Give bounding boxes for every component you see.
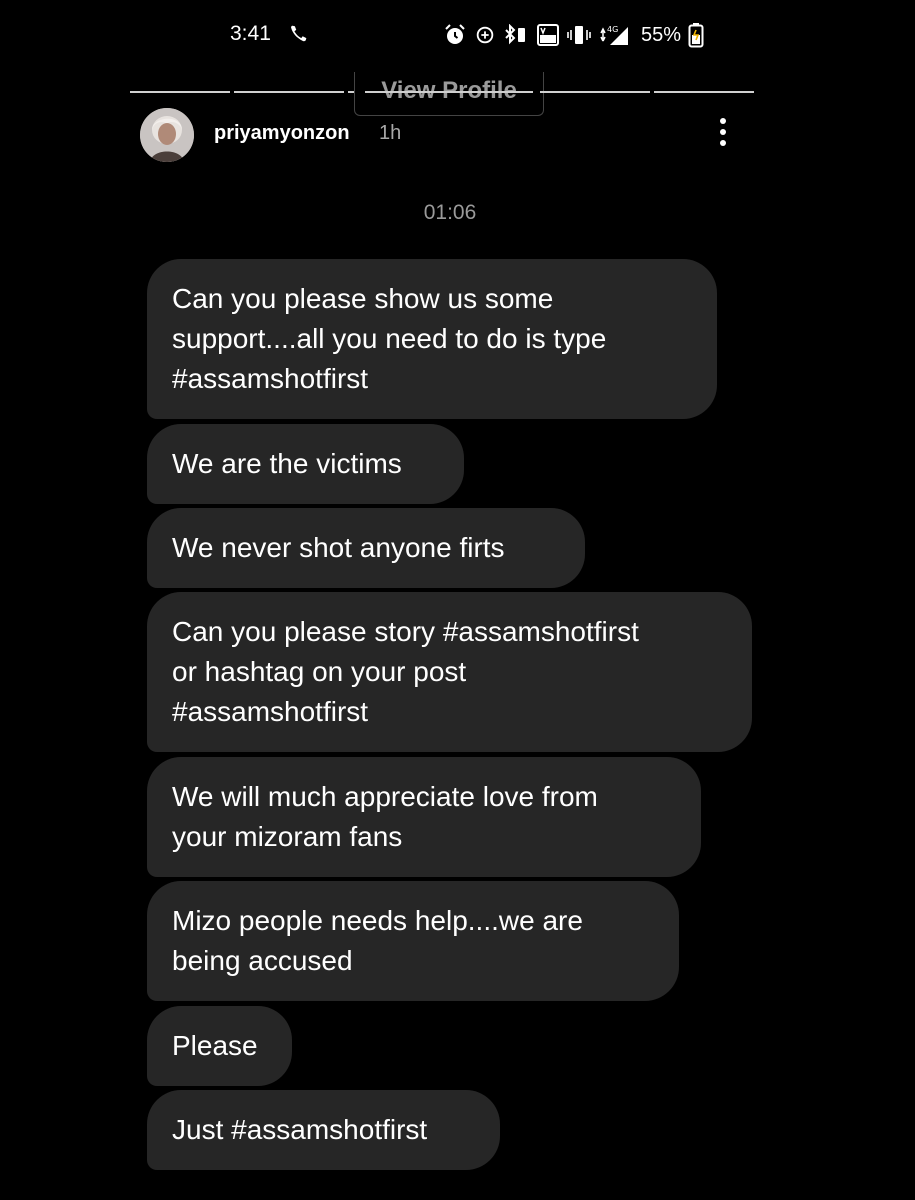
view-profile-button[interactable]: View Profile: [354, 72, 544, 116]
message-line: Can you please show us some: [172, 283, 554, 314]
divider-line: [234, 91, 344, 93]
message-bubble[interactable]: Can you please show us some support....a…: [147, 259, 717, 419]
message-line: being accused: [172, 945, 353, 976]
signal-4g-icon: 4G: [600, 25, 628, 45]
message-line: We never shot anyone firts: [172, 532, 505, 563]
view-profile-row: View Profile: [130, 72, 754, 116]
status-icons: 4G 55%: [443, 22, 704, 48]
vibrate-icon: [567, 26, 591, 44]
message-line: support....all you need to do is type: [172, 323, 607, 354]
username[interactable]: priyamyonzon: [214, 122, 350, 145]
message-bubble[interactable]: Can you please story #assamshotfirst or …: [147, 592, 752, 752]
bluetooth-battery-icon: [505, 24, 525, 45]
message-bubble[interactable]: Mizo people needs help....we are being a…: [147, 881, 679, 1001]
message-line: #assamshotfirst: [172, 696, 369, 727]
time-ago: 1h: [379, 122, 402, 144]
message-line: We are the victims: [172, 448, 402, 479]
phone-call-icon: [291, 25, 307, 42]
svg-text:4G: 4G: [607, 25, 618, 34]
status-time: 3:41: [230, 22, 271, 45]
message-bubble[interactable]: Please: [147, 1006, 292, 1086]
message-line: Mizo people needs help....we are: [172, 905, 583, 936]
strike-line: [365, 91, 533, 93]
message-line: or hashtag on your post: [172, 656, 467, 687]
message-line: Can you please story #assamshotfirst: [172, 616, 639, 647]
volte-icon: [537, 24, 559, 46]
message-line: We will much appreciate love from: [172, 781, 598, 812]
battery-icon: [688, 23, 704, 48]
message-bubble[interactable]: Just #assamshotfirst: [147, 1090, 500, 1170]
data-saver-icon: [476, 26, 494, 44]
message-line: #assamshotfirst: [172, 363, 369, 394]
battery-percent: 55%: [641, 23, 682, 46]
message-timestamp: 01:06: [423, 201, 477, 224]
status-bar: 3:41 4G 55%: [118, 16, 738, 56]
divider-line: [540, 91, 650, 93]
avatar[interactable]: [140, 108, 194, 162]
avatar-image: [140, 108, 194, 162]
message-line: Just #assamshotfirst: [172, 1114, 428, 1145]
message-line: Please: [172, 1030, 258, 1061]
more-options-icon[interactable]: [716, 118, 730, 152]
message-bubble[interactable]: We are the victims: [147, 424, 464, 504]
divider-line: [130, 91, 230, 93]
message-line: your mizoram fans: [172, 821, 403, 852]
message-bubble[interactable]: We will much appreciate love from your m…: [147, 757, 701, 877]
message-bubble[interactable]: We never shot anyone firts: [147, 508, 585, 588]
divider-line: [654, 91, 754, 93]
alarm-icon: [445, 24, 465, 44]
